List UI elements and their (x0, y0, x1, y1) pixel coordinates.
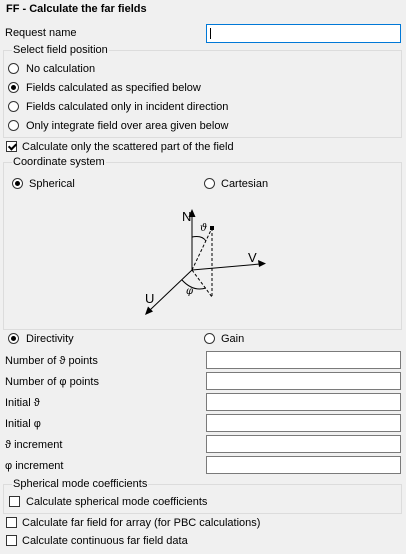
n-axis-label: N (182, 209, 191, 224)
initial-phi-input[interactable] (206, 414, 401, 432)
theta-arc (191, 236, 207, 242)
radio-cartesian-label[interactable]: Cartesian (221, 178, 268, 190)
radio-incident-direction[interactable] (8, 101, 19, 112)
radio-integrate-area-label[interactable]: Only integrate field over area given bel… (26, 120, 228, 132)
continuous-label[interactable]: Calculate continuous far field data (22, 535, 188, 547)
radio-no-calculation[interactable] (8, 63, 19, 74)
phi-label: φ (186, 286, 193, 297)
direction-line (191, 227, 213, 271)
request-name-input[interactable] (206, 24, 401, 43)
continuous-checkbox[interactable] (6, 535, 17, 546)
radio-no-calculation-label[interactable]: No calculation (26, 63, 95, 75)
dialog-title: FF - Calculate the far fields (6, 3, 147, 15)
spherical-modes-label[interactable]: Calculate spherical mode coefficients (26, 496, 207, 508)
v-axis-arrowhead (258, 260, 266, 267)
phi-increment-label: φ increment (5, 460, 64, 472)
coordinate-system-legend: Coordinate system (12, 156, 106, 168)
request-name-label: Request name (5, 27, 77, 39)
radio-incident-direction-label[interactable]: Fields calculated only in incident direc… (26, 101, 228, 113)
theta-points-input[interactable] (206, 351, 401, 369)
phi-points-input[interactable] (206, 372, 401, 390)
spherical-modes-legend: Spherical mode coefficients (12, 478, 149, 490)
text-caret (210, 28, 211, 39)
radio-cartesian[interactable] (204, 178, 215, 189)
array-pbc-checkbox[interactable] (6, 517, 17, 528)
projection-ground (191, 269, 213, 298)
theta-increment-label: ϑ increment (5, 439, 63, 451)
radio-fields-specified[interactable] (8, 82, 19, 93)
radio-directivity[interactable] (8, 333, 19, 344)
scattered-only-checkbox[interactable] (6, 141, 17, 152)
initial-theta-input[interactable] (206, 393, 401, 411)
phi-increment-input[interactable] (206, 456, 401, 474)
v-axis-label: V (248, 250, 257, 265)
coordinate-system-diagram: N V U ϑ φ (145, 209, 266, 315)
radio-directivity-label[interactable]: Directivity (26, 333, 74, 345)
u-axis-label: U (145, 291, 154, 306)
initial-theta-label: Initial ϑ (5, 397, 40, 409)
theta-points-label: Number of ϑ points (5, 355, 98, 367)
phi-points-label: Number of φ points (5, 376, 99, 388)
radio-spherical[interactable] (12, 178, 23, 189)
array-pbc-label[interactable]: Calculate far field for array (for PBC c… (22, 517, 260, 529)
spherical-modes-checkbox[interactable] (9, 496, 20, 507)
theta-increment-input[interactable] (206, 435, 401, 453)
radio-gain[interactable] (204, 333, 215, 344)
theta-label: ϑ (200, 223, 207, 234)
initial-phi-label: Initial φ (5, 418, 41, 430)
radio-gain-label[interactable]: Gain (221, 333, 244, 345)
point-marker (210, 226, 214, 230)
radio-integrate-area[interactable] (8, 120, 19, 131)
field-position-legend: Select field position (12, 44, 109, 56)
radio-spherical-label[interactable]: Spherical (29, 178, 75, 190)
scattered-only-label[interactable]: Calculate only the scattered part of the… (22, 141, 234, 153)
radio-fields-specified-label[interactable]: Fields calculated as specified below (26, 82, 201, 94)
